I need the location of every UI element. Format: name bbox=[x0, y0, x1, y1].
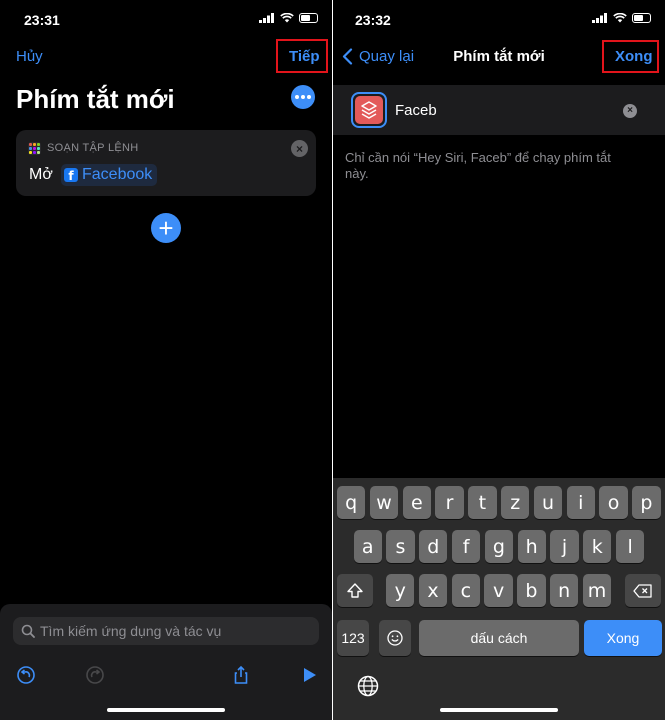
home-indicator bbox=[440, 708, 558, 712]
globe-icon[interactable] bbox=[357, 675, 379, 697]
search-placeholder: Tìm kiếm ứng dụng và tác vụ bbox=[40, 623, 222, 639]
key-a[interactable]: a bbox=[353, 530, 382, 563]
shortcuts-glyph-icon bbox=[361, 101, 377, 119]
shortcut-name-row: Faceb × bbox=[333, 85, 665, 135]
key-w[interactable]: w bbox=[369, 486, 399, 519]
key-n[interactable]: n bbox=[550, 574, 579, 607]
facebook-icon: f bbox=[64, 168, 78, 182]
app-parameter[interactable]: f Facebook bbox=[61, 164, 158, 186]
space-key[interactable]: dấu cách bbox=[419, 620, 579, 656]
delete-key[interactable] bbox=[625, 574, 661, 607]
key-b[interactable]: b bbox=[517, 574, 546, 607]
key-k[interactable]: k bbox=[583, 530, 612, 563]
key-y[interactable]: y bbox=[386, 574, 415, 607]
cancel-button[interactable]: Hủy bbox=[16, 48, 43, 65]
key-q[interactable]: q bbox=[337, 486, 366, 519]
key-v[interactable]: v bbox=[484, 574, 513, 607]
status-time: 23:31 bbox=[24, 12, 60, 28]
cellular-signal-icon bbox=[259, 13, 274, 23]
battery-icon bbox=[299, 13, 318, 23]
page-title: Phím tắt mới bbox=[16, 84, 175, 114]
keyboard: 123 dấu cách Xong qwertzuiop asdfghjkl yxc… bbox=[333, 478, 665, 720]
right-screen: 23:32 Quay lại Phím tắt mới Xong Faceb ×… bbox=[333, 0, 665, 720]
key-r[interactable]: r bbox=[435, 486, 464, 519]
key-x[interactable]: x bbox=[418, 574, 448, 607]
action-verb: Mở bbox=[29, 166, 53, 183]
wifi-icon bbox=[280, 13, 294, 23]
key-t[interactable]: t bbox=[468, 486, 497, 519]
key-g[interactable]: g bbox=[484, 530, 514, 563]
key-e[interactable]: e bbox=[402, 486, 431, 519]
wifi-icon bbox=[613, 13, 627, 23]
status-icons bbox=[259, 13, 318, 23]
search-icon bbox=[21, 624, 35, 638]
cellular-signal-icon bbox=[592, 13, 607, 23]
shortcut-name-input[interactable]: Faceb bbox=[395, 102, 437, 119]
key-o[interactable]: o bbox=[599, 486, 628, 519]
key-u[interactable]: u bbox=[533, 486, 563, 519]
backspace-icon bbox=[633, 583, 652, 598]
action-search-sheet: Tìm kiếm ứng dụng và tác vụ bbox=[0, 604, 332, 720]
key-s[interactable]: s bbox=[386, 530, 415, 563]
shift-key[interactable] bbox=[337, 574, 373, 607]
shortcut-icon-picker[interactable] bbox=[351, 92, 387, 128]
status-time: 23:32 bbox=[355, 12, 391, 28]
status-bar: 23:31 bbox=[0, 0, 332, 40]
key-z[interactable]: z bbox=[501, 486, 530, 519]
siri-hint-text: Chỉ cần nói “Hey Siri, Faceb” để chạy ph… bbox=[345, 150, 611, 181]
shift-icon bbox=[347, 582, 363, 598]
status-icons bbox=[592, 13, 651, 23]
key-d[interactable]: d bbox=[419, 530, 448, 563]
more-options-icon[interactable] bbox=[291, 85, 315, 109]
emoji-key[interactable] bbox=[379, 620, 411, 656]
play-icon[interactable] bbox=[299, 665, 319, 685]
redo-icon[interactable] bbox=[85, 665, 105, 685]
home-indicator bbox=[107, 708, 225, 712]
clear-text-icon[interactable]: × bbox=[623, 104, 637, 118]
add-action-button[interactable]: + bbox=[151, 213, 181, 243]
remove-action-icon[interactable]: × bbox=[291, 140, 308, 157]
key-h[interactable]: h bbox=[517, 530, 546, 563]
action-card[interactable]: SOẠN TẬP LỆNH × Mở f Facebook bbox=[16, 130, 316, 196]
undo-icon[interactable] bbox=[16, 665, 36, 685]
app-parameter-label: Facebook bbox=[82, 166, 153, 183]
left-screen: 23:31 Hủy Tiếp Phím tắt mới SOẠN TẬP LỆN… bbox=[0, 0, 332, 720]
numbers-key[interactable]: 123 bbox=[337, 620, 369, 656]
editor-toolbar bbox=[0, 659, 332, 689]
return-key[interactable]: Xong bbox=[584, 620, 662, 656]
key-i[interactable]: i bbox=[566, 486, 595, 519]
share-icon[interactable] bbox=[231, 665, 251, 685]
emoji-icon bbox=[387, 630, 403, 646]
key-m[interactable]: m bbox=[582, 574, 612, 607]
next-button[interactable]: Tiếp bbox=[289, 48, 320, 65]
key-f[interactable]: f bbox=[451, 530, 481, 563]
status-bar: 23:32 bbox=[333, 0, 665, 40]
key-l[interactable]: l bbox=[615, 530, 645, 563]
battery-icon bbox=[632, 13, 651, 23]
key-c[interactable]: c bbox=[451, 574, 480, 607]
search-input[interactable]: Tìm kiếm ứng dụng và tác vụ bbox=[13, 617, 319, 645]
key-p[interactable]: p bbox=[632, 486, 661, 519]
scripting-icon bbox=[28, 142, 41, 155]
done-button[interactable]: Xong bbox=[615, 48, 653, 65]
action-category-label: SOẠN TẬP LỆNH bbox=[47, 142, 139, 154]
key-j[interactable]: j bbox=[550, 530, 579, 563]
